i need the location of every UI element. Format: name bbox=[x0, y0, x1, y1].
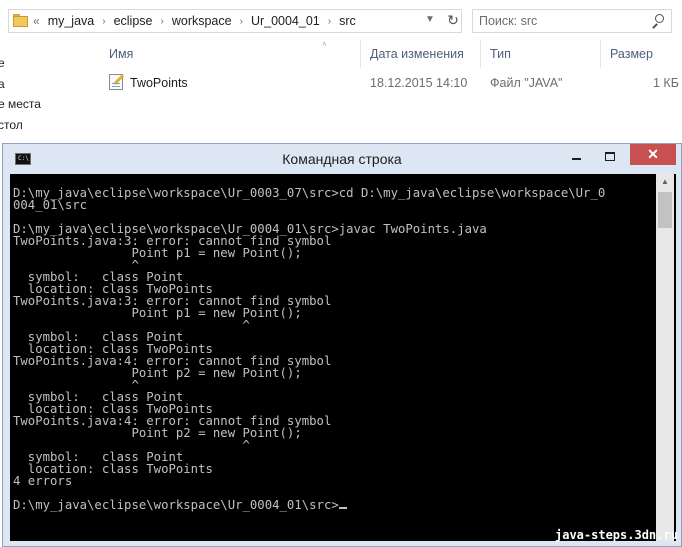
maximize-button[interactable] bbox=[595, 146, 625, 168]
watermark-text: java-steps.3dn.ru bbox=[555, 528, 678, 542]
column-header: ˄ Имя Дата изменения Тип Размер bbox=[92, 40, 682, 68]
breadcrumb-separator-icon[interactable]: › bbox=[102, 16, 105, 27]
maximize-icon bbox=[605, 152, 615, 161]
file-name: TwoPoints bbox=[130, 76, 188, 90]
breadcrumb-separator-icon[interactable]: › bbox=[161, 16, 164, 27]
breadcrumb-overflow[interactable]: « bbox=[33, 14, 40, 28]
nav-item[interactable]: а bbox=[0, 77, 5, 91]
java-file-icon bbox=[109, 74, 125, 90]
file-type: Файл "JAVA" bbox=[490, 76, 563, 90]
folder-icon bbox=[13, 14, 28, 27]
search-icon[interactable] bbox=[651, 14, 665, 29]
breadcrumb-item-my-java[interactable]: my_java bbox=[48, 14, 95, 28]
scrollbar-thumb[interactable] bbox=[658, 192, 672, 228]
vertical-scrollbar[interactable]: ▲ bbox=[656, 174, 674, 541]
close-icon: ✕ bbox=[647, 146, 659, 162]
sort-arrow-icon: ˄ bbox=[322, 40, 327, 49]
search-box[interactable] bbox=[472, 9, 672, 33]
console-line: D:\my_java\eclipse\workspace\Ur_0004_01\… bbox=[13, 499, 655, 511]
breadcrumb-item-src[interactable]: src bbox=[339, 14, 356, 28]
breadcrumb-separator-icon[interactable]: › bbox=[328, 16, 331, 27]
file-size: 1 КБ bbox=[653, 76, 679, 90]
column-name[interactable]: Имя bbox=[109, 47, 133, 61]
search-input[interactable] bbox=[479, 13, 639, 29]
column-date-modified[interactable]: Дата изменения bbox=[370, 47, 464, 61]
title-bar[interactable]: C:\ Командная строка ✕ bbox=[3, 144, 681, 174]
address-bar[interactable]: « my_java › eclipse › workspace › Ur_000… bbox=[8, 9, 462, 33]
refresh-icon[interactable]: ↻ bbox=[445, 12, 461, 29]
nav-item-recent-places[interactable]: е места bbox=[0, 97, 41, 111]
console-line: D:\my_java\eclipse\workspace\Ur_0003_07\… bbox=[13, 187, 606, 200]
nav-item[interactable]: е bbox=[0, 56, 5, 70]
file-row[interactable]: TwoPoints 18.12.2015 14:10 Файл "JAVA" 1… bbox=[92, 72, 682, 94]
console-area[interactable]: D:\my_java\eclipse\workspace\Ur_0003_07\… bbox=[10, 174, 676, 541]
console-line: 004_01\src bbox=[13, 198, 88, 212]
breadcrumb-item-eclipse[interactable]: eclipse bbox=[114, 14, 153, 28]
address-history-chevron-down-icon[interactable]: ▼ bbox=[425, 14, 435, 25]
text-cursor bbox=[338, 507, 347, 509]
address-row: « my_java › eclipse › workspace › Ur_000… bbox=[0, 6, 682, 38]
nav-item-desktop[interactable]: стол bbox=[0, 118, 23, 132]
scroll-up-arrow-icon[interactable]: ▲ bbox=[656, 174, 674, 190]
breadcrumb: « my_java › eclipse › workspace › Ur_000… bbox=[33, 10, 356, 32]
file-date: 18.12.2015 14:10 bbox=[370, 76, 468, 90]
minimize-button[interactable] bbox=[561, 146, 591, 168]
console-line: location: class TwoPoints bbox=[13, 462, 213, 476]
column-type[interactable]: Тип bbox=[490, 47, 511, 61]
close-button[interactable]: ✕ bbox=[630, 144, 676, 165]
navigation-pane: е а е места стол bbox=[0, 40, 90, 150]
minimize-icon bbox=[572, 158, 581, 160]
breadcrumb-item-workspace[interactable]: workspace bbox=[172, 14, 232, 28]
breadcrumb-item-ur-0004-01[interactable]: Ur_0004_01 bbox=[251, 14, 320, 28]
command-prompt-window: C:\ Командная строка ✕ D:\my_java\eclips… bbox=[2, 143, 682, 547]
column-size[interactable]: Размер bbox=[610, 47, 653, 61]
console-line: 4 errors bbox=[13, 474, 73, 488]
console-output[interactable]: D:\my_java\eclipse\workspace\Ur_0003_07\… bbox=[13, 187, 655, 537]
breadcrumb-separator-icon[interactable]: › bbox=[240, 16, 243, 27]
